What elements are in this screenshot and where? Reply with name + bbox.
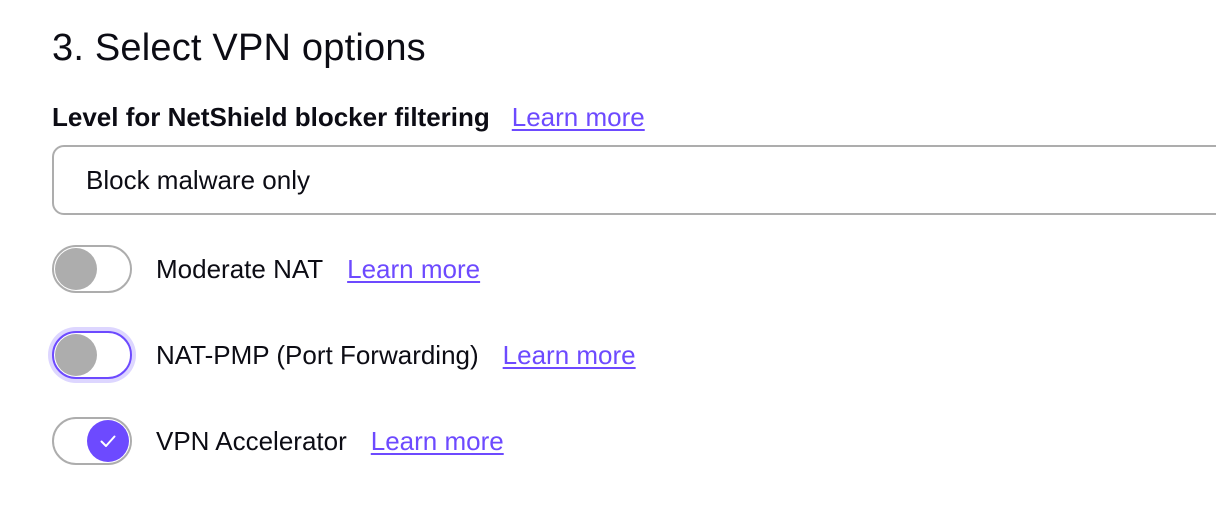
netshield-label: Level for NetShield blocker filtering — [52, 101, 490, 132]
toggle-knob — [55, 248, 97, 290]
moderate-nat-learn-more-link[interactable]: Learn more — [347, 254, 480, 285]
nat-pmp-learn-more-link[interactable]: Learn more — [503, 340, 636, 371]
nat-pmp-row: NAT-PMP (Port Forwarding) Learn more — [52, 331, 636, 379]
netshield-label-row: Level for NetShield blocker filtering Le… — [52, 100, 645, 134]
moderate-nat-toggle[interactable] — [52, 245, 132, 293]
vpn-options-page: 3. Select VPN options Level for NetShiel… — [0, 0, 1216, 512]
moderate-nat-row: Moderate NAT Learn more — [52, 245, 480, 293]
toggle-knob — [87, 420, 129, 462]
vpn-accelerator-toggle[interactable] — [52, 417, 132, 465]
nat-pmp-toggle[interactable] — [52, 331, 132, 379]
netshield-selected-value: Block malware only — [86, 164, 310, 195]
vpn-accelerator-label: VPN Accelerator — [156, 425, 347, 456]
nat-pmp-label: NAT-PMP (Port Forwarding) — [156, 339, 479, 370]
netshield-level-select[interactable]: Block malware only — [52, 145, 1216, 215]
toggle-knob — [55, 334, 97, 376]
moderate-nat-label: Moderate NAT — [156, 253, 324, 284]
netshield-learn-more-link[interactable]: Learn more — [512, 102, 645, 133]
vpn-accelerator-row: VPN Accelerator Learn more — [52, 417, 504, 465]
vpn-accelerator-learn-more-link[interactable]: Learn more — [371, 426, 504, 457]
check-icon — [100, 435, 116, 447]
section-title: 3. Select VPN options — [52, 27, 426, 69]
